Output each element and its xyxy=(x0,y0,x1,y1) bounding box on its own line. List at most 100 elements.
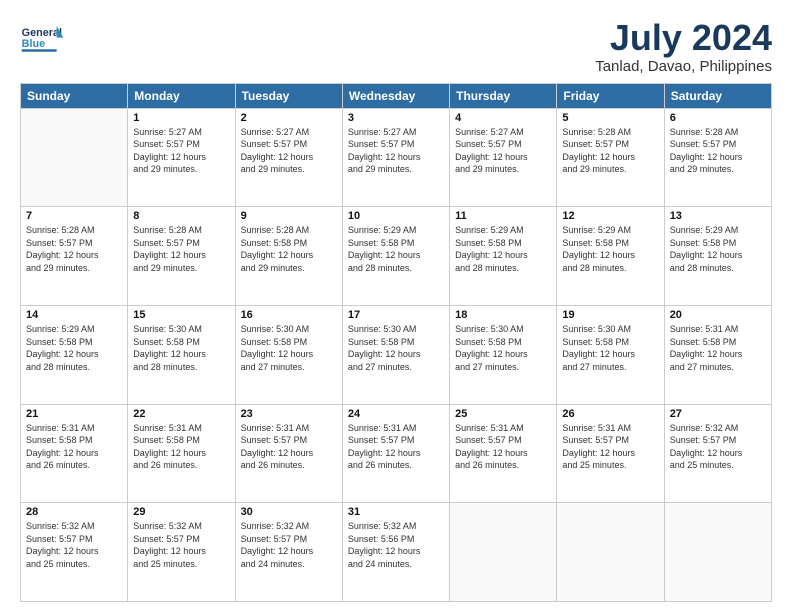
day-info: Sunrise: 5:31 AM Sunset: 5:57 PM Dayligh… xyxy=(348,422,444,472)
day-number: 19 xyxy=(562,309,658,321)
calendar-cell: 23 Sunrise: 5:31 AM Sunset: 5:57 PM Dayli… xyxy=(235,404,342,503)
day-number: 3 xyxy=(348,112,444,124)
day-number: 12 xyxy=(562,210,658,222)
col-saturday: Saturday xyxy=(664,83,771,108)
calendar-cell: 17 Sunrise: 5:30 AM Sunset: 5:58 PM Dayli… xyxy=(342,305,449,404)
day-number: 29 xyxy=(133,506,229,518)
day-number: 25 xyxy=(455,408,551,420)
day-info: Sunrise: 5:30 AM Sunset: 5:58 PM Dayligh… xyxy=(455,323,551,373)
logo: General Blue xyxy=(20,18,70,58)
calendar-cell xyxy=(557,503,664,602)
day-number: 18 xyxy=(455,309,551,321)
day-info: Sunrise: 5:31 AM Sunset: 5:57 PM Dayligh… xyxy=(241,422,337,472)
calendar-body: 1 Sunrise: 5:27 AM Sunset: 5:57 PM Daylig… xyxy=(21,108,772,601)
calendar-cell: 26Sunrise: 5:31 AM Sunset: 5:57 PM Dayli… xyxy=(557,404,664,503)
day-number: 7 xyxy=(26,210,122,222)
day-number: 1 xyxy=(133,112,229,124)
calendar-week-row: 1 Sunrise: 5:27 AM Sunset: 5:57 PM Daylig… xyxy=(21,108,772,207)
day-info: Sunrise: 5:32 AM Sunset: 5:57 PM Dayligh… xyxy=(26,520,122,570)
day-info: Sunrise: 5:31 AM Sunset: 5:58 PM Dayligh… xyxy=(670,323,766,373)
logo-svg: General Blue xyxy=(20,18,70,58)
day-number: 17 xyxy=(348,309,444,321)
calendar-week-row: 14 Sunrise: 5:29 AM Sunset: 5:58 PM Dayli… xyxy=(21,305,772,404)
day-number: 13 xyxy=(670,210,766,222)
day-info: Sunrise: 5:28 AM Sunset: 5:58 PM Dayligh… xyxy=(241,224,337,274)
day-number: 22 xyxy=(133,408,229,420)
day-info: Sunrise: 5:32 AM Sunset: 5:57 PM Dayligh… xyxy=(241,520,337,570)
calendar-cell: 13 Sunrise: 5:29 AM Sunset: 5:58 PM Dayli… xyxy=(664,207,771,306)
day-info: Sunrise: 5:30 AM Sunset: 5:58 PM Dayligh… xyxy=(348,323,444,373)
day-number: 15 xyxy=(133,309,229,321)
day-info: Sunrise: 5:29 AM Sunset: 5:58 PM Dayligh… xyxy=(562,224,658,274)
col-tuesday: Tuesday xyxy=(235,83,342,108)
day-info: Sunrise: 5:29 AM Sunset: 5:58 PM Dayligh… xyxy=(348,224,444,274)
day-number: 30 xyxy=(241,506,337,518)
svg-text:Blue: Blue xyxy=(22,38,45,50)
col-sunday: Sunday xyxy=(21,83,128,108)
calendar-cell: 5Sunrise: 5:28 AM Sunset: 5:57 PM Daylig… xyxy=(557,108,664,207)
day-info: Sunrise: 5:30 AM Sunset: 5:58 PM Dayligh… xyxy=(241,323,337,373)
day-number: 23 xyxy=(241,408,337,420)
day-info: Sunrise: 5:31 AM Sunset: 5:58 PM Dayligh… xyxy=(133,422,229,472)
calendar-cell: 6Sunrise: 5:28 AM Sunset: 5:57 PM Daylig… xyxy=(664,108,771,207)
day-info: Sunrise: 5:27 AM Sunset: 5:57 PM Dayligh… xyxy=(455,126,551,176)
day-info: Sunrise: 5:31 AM Sunset: 5:57 PM Dayligh… xyxy=(455,422,551,472)
day-number: 14 xyxy=(26,309,122,321)
calendar-cell: 28 Sunrise: 5:32 AM Sunset: 5:57 PM Dayli… xyxy=(21,503,128,602)
day-number: 10 xyxy=(348,210,444,222)
col-wednesday: Wednesday xyxy=(342,83,449,108)
calendar-cell: 21 Sunrise: 5:31 AM Sunset: 5:58 PM Dayli… xyxy=(21,404,128,503)
day-number: 5 xyxy=(562,112,658,124)
calendar-week-row: 21 Sunrise: 5:31 AM Sunset: 5:58 PM Dayli… xyxy=(21,404,772,503)
calendar-cell: 27 Sunrise: 5:32 AM Sunset: 5:57 PM Dayli… xyxy=(664,404,771,503)
day-info: Sunrise: 5:30 AM Sunset: 5:58 PM Dayligh… xyxy=(562,323,658,373)
calendar-cell: 19 Sunrise: 5:30 AM Sunset: 5:58 PM Dayli… xyxy=(557,305,664,404)
calendar-cell: 4 Sunrise: 5:27 AM Sunset: 5:57 PM Daylig… xyxy=(450,108,557,207)
calendar-cell: 30 Sunrise: 5:32 AM Sunset: 5:57 PM Dayli… xyxy=(235,503,342,602)
calendar-cell: 10 Sunrise: 5:29 AM Sunset: 5:58 PM Dayli… xyxy=(342,207,449,306)
day-info: Sunrise: 5:32 AM Sunset: 5:57 PM Dayligh… xyxy=(670,422,766,472)
calendar-cell: 24 Sunrise: 5:31 AM Sunset: 5:57 PM Dayli… xyxy=(342,404,449,503)
calendar-table: Sunday Monday Tuesday Wednesday Thursday… xyxy=(20,83,772,602)
day-info: Sunrise: 5:31 AM Sunset: 5:58 PM Dayligh… xyxy=(26,422,122,472)
day-number: 8 xyxy=(133,210,229,222)
day-info: Sunrise: 5:28 AM Sunset: 5:57 PM Dayligh… xyxy=(133,224,229,274)
day-info: Sunrise: 5:32 AM Sunset: 5:57 PM Dayligh… xyxy=(133,520,229,570)
day-number: 31 xyxy=(348,506,444,518)
day-number: 16 xyxy=(241,309,337,321)
day-info: Sunrise: 5:27 AM Sunset: 5:57 PM Dayligh… xyxy=(348,126,444,176)
day-number: 20 xyxy=(670,309,766,321)
calendar-cell: 14 Sunrise: 5:29 AM Sunset: 5:58 PM Dayli… xyxy=(21,305,128,404)
day-info: Sunrise: 5:28 AM Sunset: 5:57 PM Dayligh… xyxy=(670,126,766,176)
day-info: Sunrise: 5:29 AM Sunset: 5:58 PM Dayligh… xyxy=(670,224,766,274)
day-number: 9 xyxy=(241,210,337,222)
day-info: Sunrise: 5:32 AM Sunset: 5:56 PM Dayligh… xyxy=(348,520,444,570)
day-number: 28 xyxy=(26,506,122,518)
calendar-cell: 18 Sunrise: 5:30 AM Sunset: 5:58 PM Dayli… xyxy=(450,305,557,404)
day-number: 27 xyxy=(670,408,766,420)
page-title: July 2024 xyxy=(595,18,772,58)
calendar-cell xyxy=(21,108,128,207)
calendar-cell: 22 Sunrise: 5:31 AM Sunset: 5:58 PM Dayli… xyxy=(128,404,235,503)
day-number: 24 xyxy=(348,408,444,420)
calendar-cell: 11Sunrise: 5:29 AM Sunset: 5:58 PM Dayli… xyxy=(450,207,557,306)
page-subtitle: Tanlad, Davao, Philippines xyxy=(595,58,772,75)
day-number: 21 xyxy=(26,408,122,420)
day-number: 11 xyxy=(455,210,551,222)
day-info: Sunrise: 5:31 AM Sunset: 5:57 PM Dayligh… xyxy=(562,422,658,472)
calendar-cell: 9 Sunrise: 5:28 AM Sunset: 5:58 PM Daylig… xyxy=(235,207,342,306)
calendar-cell: 29 Sunrise: 5:32 AM Sunset: 5:57 PM Dayli… xyxy=(128,503,235,602)
col-monday: Monday xyxy=(128,83,235,108)
day-info: Sunrise: 5:29 AM Sunset: 5:58 PM Dayligh… xyxy=(26,323,122,373)
day-info: Sunrise: 5:27 AM Sunset: 5:57 PM Dayligh… xyxy=(133,126,229,176)
day-number: 4 xyxy=(455,112,551,124)
calendar-cell: 1 Sunrise: 5:27 AM Sunset: 5:57 PM Daylig… xyxy=(128,108,235,207)
header: General Blue July 2024 Tanlad, Davao, Ph… xyxy=(20,18,772,75)
calendar-cell xyxy=(450,503,557,602)
calendar-cell: 31 Sunrise: 5:32 AM Sunset: 5:56 PM Dayli… xyxy=(342,503,449,602)
day-number: 2 xyxy=(241,112,337,124)
calendar-cell: 12 Sunrise: 5:29 AM Sunset: 5:58 PM Dayli… xyxy=(557,207,664,306)
calendar-cell xyxy=(664,503,771,602)
col-friday: Friday xyxy=(557,83,664,108)
calendar-cell: 15Sunrise: 5:30 AM Sunset: 5:58 PM Dayli… xyxy=(128,305,235,404)
